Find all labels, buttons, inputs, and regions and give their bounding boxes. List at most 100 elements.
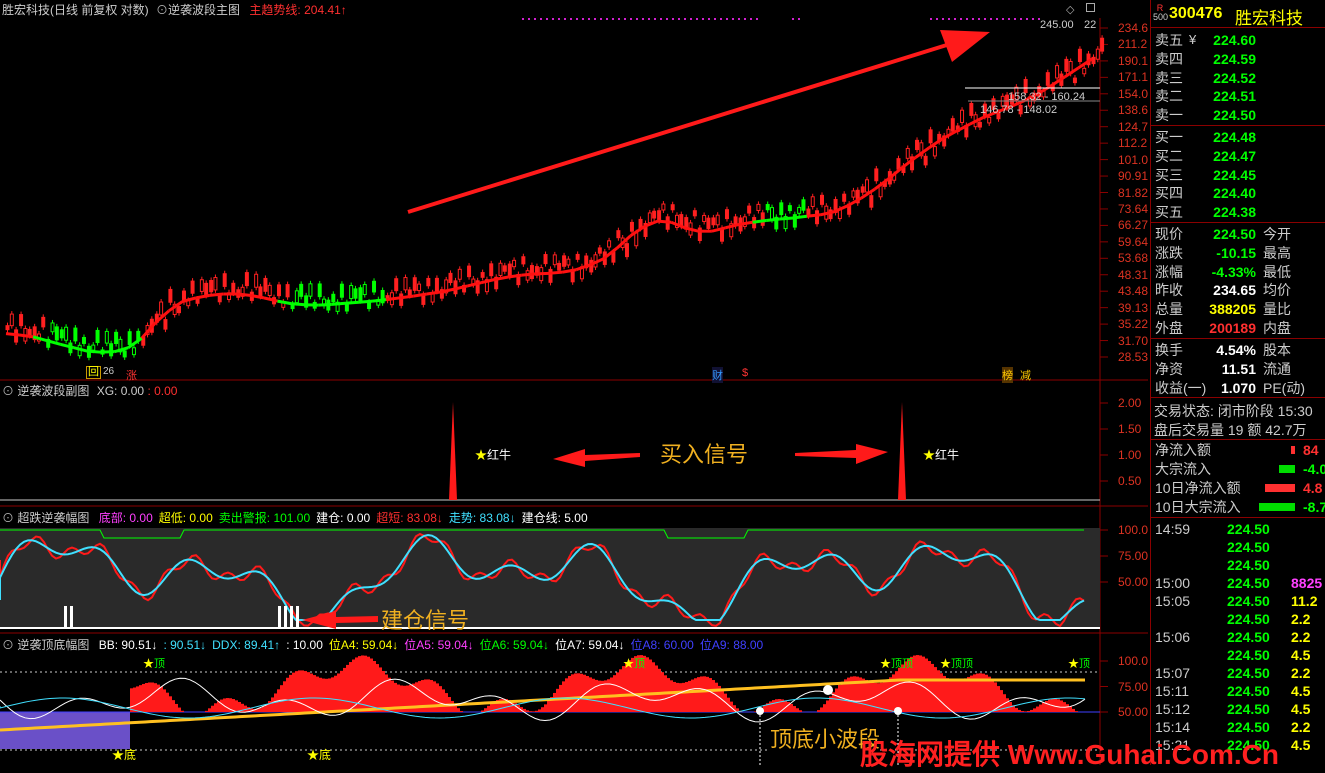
candlestick xyxy=(499,263,502,275)
top-marker-dot xyxy=(672,18,674,20)
sub3-red-bar xyxy=(697,677,700,712)
candlestick xyxy=(544,255,547,264)
stat-right-label: 量比 xyxy=(1263,300,1291,318)
ask-row[interactable]: 卖三224.52 xyxy=(1151,69,1325,87)
sub3-red-bar xyxy=(139,685,142,712)
top-marker-dot xyxy=(696,18,698,20)
stock-code: 300476 xyxy=(1169,5,1222,23)
stock-name: 胜宏科技 xyxy=(1235,4,1303,29)
sub3-red-bar xyxy=(865,680,868,712)
bid-row[interactable]: 买三224.45 xyxy=(1151,166,1325,184)
candlestick xyxy=(65,327,68,340)
top-marker-dot xyxy=(972,18,974,20)
main-y-tick: 234.6 xyxy=(1118,21,1148,35)
indicator-selector-icon[interactable]: ⊙ xyxy=(2,638,14,652)
top-marker-dot xyxy=(978,18,980,20)
build-signal-bar xyxy=(290,606,293,628)
bid-row[interactable]: 买五224.38 xyxy=(1151,203,1325,221)
trend-line-segment xyxy=(332,303,346,304)
flow-row: 10日大宗流入-8.7 xyxy=(1151,498,1325,516)
candlestick xyxy=(766,205,769,210)
top-marker-dot xyxy=(654,18,656,20)
candlestick xyxy=(852,191,855,197)
sub3-legend-item: BB: 90.51↓ xyxy=(99,638,158,652)
trend-line-segment xyxy=(345,302,359,303)
event-marker-finance[interactable]: 财 xyxy=(712,367,723,383)
candlestick xyxy=(924,156,927,165)
sub3-red-bar xyxy=(445,693,448,712)
sub3-red-bar xyxy=(292,673,295,712)
sub3-legend-item: 位A7: 59.04↓ xyxy=(555,638,624,652)
sub3-legend-item: 位A8: 60.00 xyxy=(630,638,693,652)
top-marker-dot xyxy=(798,18,800,20)
stat-label: 涨幅 xyxy=(1155,263,1183,281)
sub3-red-bar xyxy=(679,683,682,712)
wave-point xyxy=(756,707,764,715)
event-marker-list[interactable]: 榜 xyxy=(1002,367,1013,383)
indicator-selector-icon[interactable]: ⊙ xyxy=(2,384,14,398)
bid-label: 买二 xyxy=(1155,147,1183,165)
candlestick xyxy=(576,254,579,259)
candlestick xyxy=(503,266,506,271)
event-marker-reduce[interactable]: 减 xyxy=(1020,367,1031,383)
r-badge[interactable]: R500 xyxy=(1153,4,1167,22)
candlestick xyxy=(400,294,403,305)
main-y-tick: 39.13 xyxy=(1118,301,1148,315)
sub3-red-bar xyxy=(313,675,316,712)
after-hours-volume: 盘后交易量 19 额 42.7万 xyxy=(1154,420,1307,440)
sub3-red-bar xyxy=(1021,711,1024,712)
trend-line-segment xyxy=(20,335,34,337)
bid-price: 224.48 xyxy=(1213,128,1256,146)
candlestick xyxy=(259,287,262,296)
candlestick xyxy=(648,213,651,223)
maximize-icon[interactable] xyxy=(1086,3,1095,12)
sub3-red-bar xyxy=(169,696,172,712)
divider xyxy=(1151,338,1325,339)
indicator-selector-icon[interactable]: ⊙ xyxy=(2,511,14,525)
top-marker-dot xyxy=(552,18,554,20)
diamond-icon[interactable]: ◇ xyxy=(1066,3,1074,16)
top-marker-dot xyxy=(636,18,638,20)
trend-line-segment xyxy=(685,228,699,231)
event-marker-rise[interactable]: 涨 xyxy=(126,367,137,383)
sub3-red-bar xyxy=(322,679,325,712)
sub2-legend-item: 建仓线: 5.00 xyxy=(522,511,588,525)
sub3-red-bar xyxy=(691,680,694,712)
sub3-title[interactable]: 逆袭顶底幅图 xyxy=(17,638,89,652)
sub3-red-bar xyxy=(589,677,592,712)
candlestick xyxy=(725,210,728,219)
ask-row[interactable]: 卖五¥224.60 xyxy=(1151,31,1325,49)
bid-row[interactable]: 买二224.47 xyxy=(1151,147,1325,165)
trend-line-segment xyxy=(237,294,251,295)
top-marker-dot xyxy=(522,18,524,20)
candlestick xyxy=(468,266,471,277)
trend-line-segment xyxy=(6,334,20,335)
sub3-y-tick: 100.0 xyxy=(1118,654,1148,668)
stat-value: 224.50 xyxy=(1213,225,1256,243)
candlestick xyxy=(20,315,23,326)
star-icon: ★ xyxy=(475,448,487,462)
r-badge-num: 500 xyxy=(1153,12,1168,22)
candlestick xyxy=(522,257,525,264)
ask-row[interactable]: 卖四224.59 xyxy=(1151,50,1325,68)
sub2-title[interactable]: 超跌逆袭幅图 xyxy=(17,511,89,525)
sub3-red-bar xyxy=(130,688,133,712)
sub1-title[interactable]: 逆袭波段副图 xyxy=(17,384,89,398)
sub3-red-bar xyxy=(547,701,550,712)
build-signal-bar xyxy=(296,606,299,628)
top-marker-dot xyxy=(1014,18,1016,20)
stat-right-label: 内盘 xyxy=(1263,319,1291,337)
ask-row[interactable]: 卖二224.51 xyxy=(1151,87,1325,105)
indicator-selector-icon[interactable]: ⊙ xyxy=(156,3,168,17)
sub3-top-label-2: ★顶 xyxy=(623,655,645,671)
bid-row[interactable]: 买四224.40 xyxy=(1151,184,1325,202)
event-marker-return[interactable]: 回 xyxy=(86,366,101,379)
bid-row[interactable]: 买一224.48 xyxy=(1151,128,1325,146)
event-marker-dollar[interactable]: $ xyxy=(742,367,748,379)
tick-price: 224.50 xyxy=(1227,610,1270,628)
ask-row[interactable]: 卖一224.50 xyxy=(1151,106,1325,124)
tick-row: 224.502.2 xyxy=(1151,610,1325,628)
candlestick xyxy=(264,278,267,291)
candlestick xyxy=(658,211,661,221)
main-indicator-name[interactable]: 逆袭波段主图 xyxy=(168,3,240,17)
